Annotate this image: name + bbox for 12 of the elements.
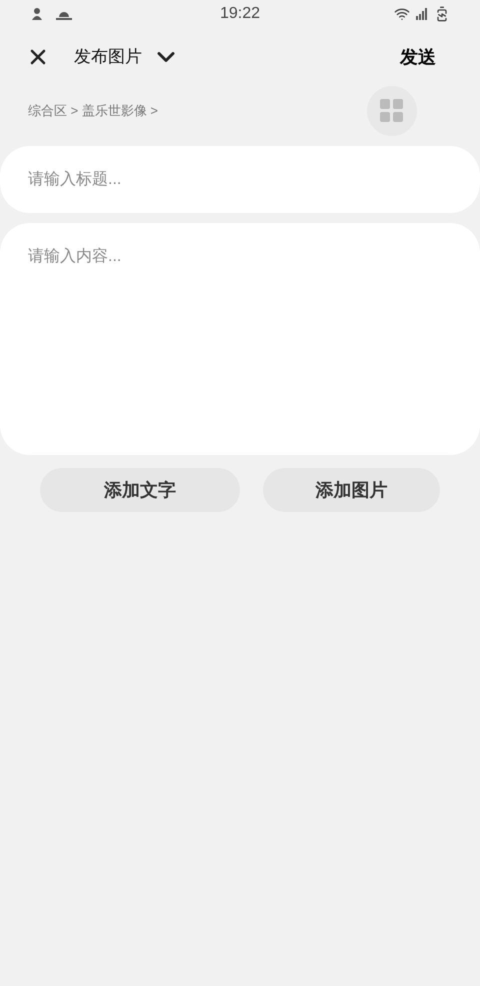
title-field[interactable]: 请输入标题...	[0, 146, 480, 213]
send-button[interactable]: 发送	[400, 44, 436, 70]
add-button[interactable]: 添加图片	[263, 468, 440, 512]
grid-icon	[380, 99, 404, 123]
category-dropdown[interactable]: 发布图片	[74, 43, 180, 71]
status-time: 19:22	[220, 4, 260, 24]
content-field[interactable]: 请输入内容...	[0, 223, 480, 455]
person-icon	[30, 7, 44, 21]
breadcrumb[interactable]: 综合区 > 盖乐世影像 >	[28, 101, 367, 121]
wifi-icon	[394, 6, 410, 22]
signal-icon	[416, 8, 428, 20]
add-button[interactable]: 添加文字	[40, 468, 240, 512]
